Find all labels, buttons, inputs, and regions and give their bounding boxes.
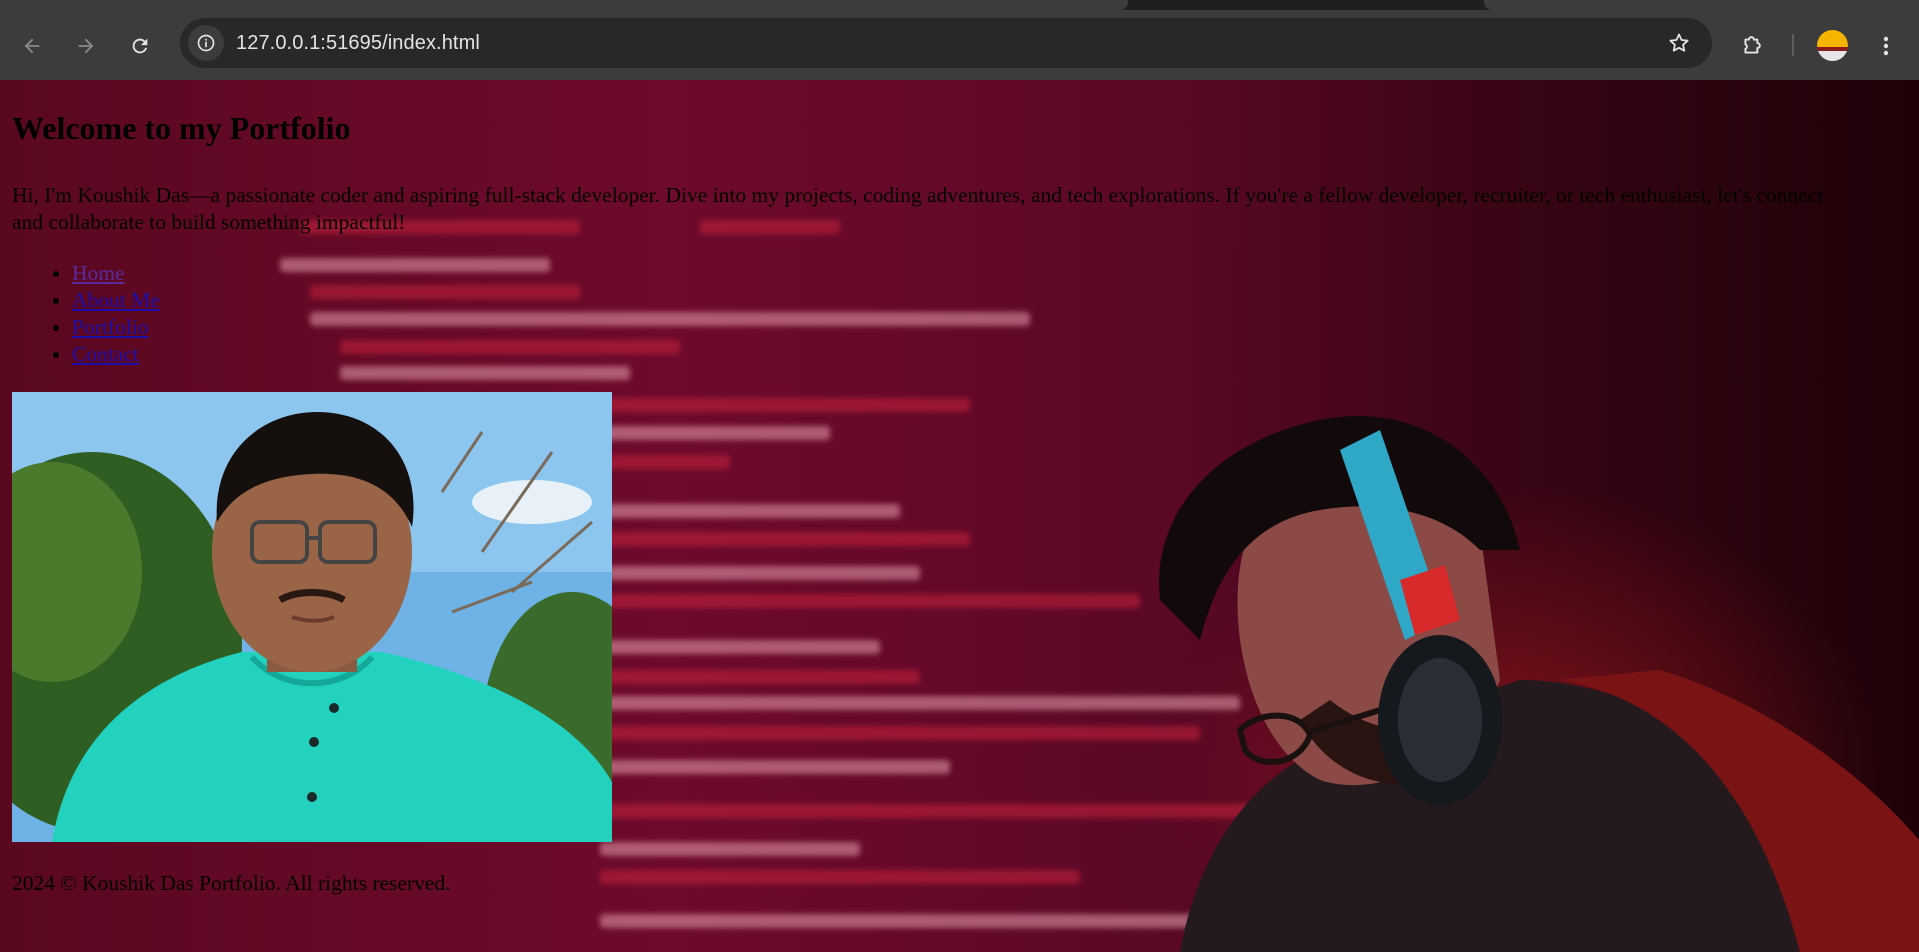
photo-button xyxy=(329,703,339,713)
back-arrow-icon xyxy=(24,38,40,54)
bg-headphone-cup-inner xyxy=(1398,658,1482,782)
tab-strip xyxy=(0,0,1919,10)
page-title: Welcome to my Portfolio xyxy=(12,110,351,146)
star-icon xyxy=(1669,33,1689,52)
address-bar[interactable]: 127.0.0.1:51695/index.html xyxy=(180,18,1712,68)
toolbar-divider xyxy=(1792,34,1794,56)
tab-background xyxy=(0,0,1128,10)
photo-cloud xyxy=(472,480,592,524)
tab-background xyxy=(1484,0,1919,10)
nav-item-about: About Me xyxy=(72,287,160,314)
nav-item-home: Home xyxy=(72,260,160,287)
intro-paragraph: Hi, I'm Koushik Das—a passionate coder a… xyxy=(12,183,1824,234)
extensions-button[interactable] xyxy=(1736,28,1770,62)
nav-item-portfolio: Portfolio xyxy=(72,314,160,341)
nav-link-about[interactable]: About Me xyxy=(72,288,160,312)
bookmark-button[interactable] xyxy=(1666,30,1692,56)
back-button[interactable] xyxy=(16,30,48,62)
info-icon xyxy=(197,34,215,52)
forward-button[interactable] xyxy=(70,30,102,62)
kebab-menu-icon xyxy=(1883,36,1889,56)
reload-button[interactable] xyxy=(124,30,156,62)
page-viewport: Welcome to my Portfolio Hi, I'm Koushik … xyxy=(0,80,1919,952)
browser-chrome: 127.0.0.1:51695/index.html xyxy=(0,0,1919,80)
avatar[interactable] xyxy=(1817,30,1848,61)
browser-toolbar: 127.0.0.1:51695/index.html xyxy=(0,10,1919,80)
browser-menu-button[interactable] xyxy=(1874,30,1898,62)
nav-link-portfolio[interactable]: Portfolio xyxy=(72,315,148,339)
site-info-button[interactable] xyxy=(188,25,224,61)
profile-photo-art xyxy=(12,392,612,842)
photo-button xyxy=(309,737,319,747)
main-nav: Home About Me Portfolio Contact xyxy=(12,260,160,368)
forward-arrow-icon xyxy=(78,38,94,54)
reload-icon xyxy=(132,38,148,54)
nav-link-contact[interactable]: Contact xyxy=(72,342,139,366)
nav-item-contact: Contact xyxy=(72,341,160,368)
puzzle-icon xyxy=(1744,36,1761,54)
nav-link-home[interactable]: Home xyxy=(72,261,125,285)
url-text[interactable]: 127.0.0.1:51695/index.html xyxy=(236,32,480,55)
photo-button xyxy=(307,792,317,802)
footer-text: 2024 © Koushik Das Portfolio. All rights… xyxy=(12,871,451,895)
profile-photo xyxy=(12,392,612,842)
